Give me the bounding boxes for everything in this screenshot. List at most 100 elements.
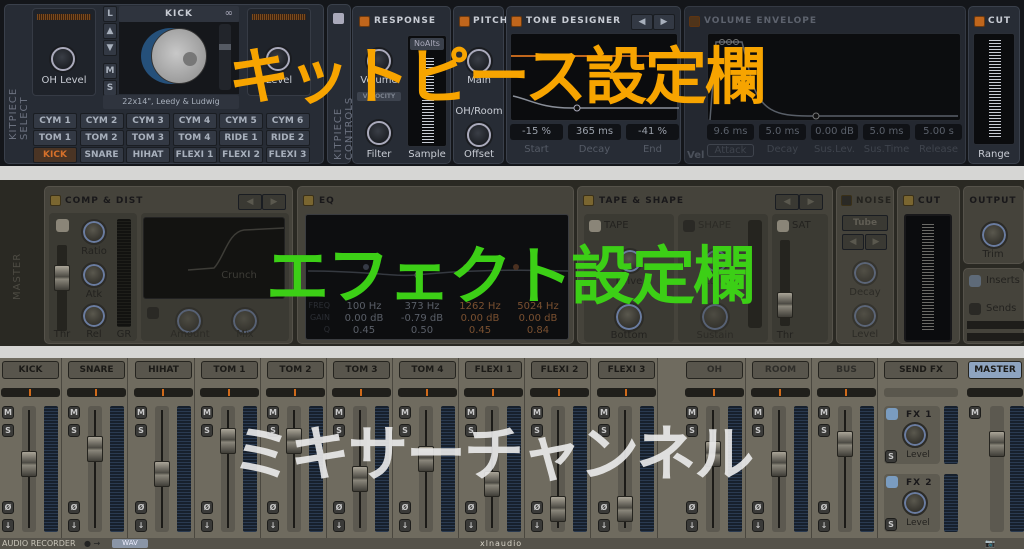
tone-value[interactable]: -41 % bbox=[626, 124, 679, 140]
phase-button[interactable]: Ø bbox=[2, 501, 14, 514]
pan-slider[interactable] bbox=[751, 388, 810, 397]
route-button[interactable]: ↓ bbox=[2, 519, 14, 532]
dist-display[interactable]: Crunch bbox=[143, 217, 285, 299]
phase-button[interactable]: Ø bbox=[465, 501, 477, 514]
pan-slider[interactable] bbox=[67, 388, 126, 397]
route-button[interactable]: ↓ bbox=[333, 519, 345, 532]
route-button[interactable]: ↓ bbox=[752, 519, 764, 532]
pan-slider[interactable] bbox=[597, 388, 656, 397]
route-button[interactable]: ↓ bbox=[686, 519, 698, 532]
noise-type[interactable]: Tube bbox=[842, 215, 888, 231]
kitpiece-button[interactable]: FLEXI 3 bbox=[265, 147, 310, 163]
master-cut-toggle[interactable] bbox=[903, 195, 914, 206]
camera-icon[interactable]: 📷 bbox=[985, 538, 995, 549]
kitpiece-button[interactable]: KICK bbox=[33, 147, 77, 163]
volume-fader[interactable] bbox=[154, 406, 170, 532]
channel-name-button[interactable]: HIHAT bbox=[135, 361, 192, 379]
comp-enable[interactable] bbox=[56, 219, 69, 232]
mute-button[interactable]: M bbox=[752, 406, 764, 419]
threshold-slider[interactable] bbox=[54, 245, 70, 331]
mute-button[interactable]: M bbox=[201, 406, 213, 419]
phase-button[interactable]: Ø bbox=[68, 501, 80, 514]
route-button[interactable]: ↓ bbox=[399, 519, 411, 532]
wav-format-button[interactable]: WAV bbox=[112, 539, 148, 548]
channel-name-button[interactable]: ROOM bbox=[752, 361, 809, 379]
tone-value[interactable]: -15 % bbox=[510, 124, 563, 140]
volume-fader[interactable] bbox=[837, 406, 853, 532]
pan-slider[interactable] bbox=[266, 388, 325, 397]
fx2-solo[interactable]: S bbox=[885, 518, 897, 531]
envelope-value[interactable]: 5.0 ms bbox=[863, 124, 910, 140]
kitpiece-button[interactable]: CYM 4 bbox=[172, 113, 217, 129]
kitpiece-button[interactable]: HIHAT bbox=[126, 147, 170, 163]
kitpiece-button[interactable]: FLEXI 1 bbox=[172, 147, 217, 163]
filter-knob[interactable] bbox=[367, 121, 391, 145]
master-cut-slider[interactable] bbox=[904, 214, 952, 342]
record-icon[interactable]: ● → bbox=[84, 538, 100, 549]
cut-toggle[interactable] bbox=[974, 16, 985, 27]
kitpiece-button[interactable]: TOM 1 bbox=[33, 130, 77, 146]
solo-button[interactable]: S bbox=[68, 424, 80, 437]
phase-button[interactable]: Ø bbox=[531, 501, 543, 514]
solo-button[interactable]: S bbox=[2, 424, 14, 437]
solo-button[interactable]: S bbox=[818, 424, 830, 437]
eq-toggle[interactable] bbox=[303, 195, 314, 206]
inserts-toggle[interactable] bbox=[969, 275, 981, 287]
channel-name-button[interactable]: FLEXI 3 bbox=[598, 361, 655, 379]
phase-button[interactable]: Ø bbox=[818, 501, 830, 514]
release-knob[interactable] bbox=[81, 303, 107, 329]
channel-name-button[interactable]: TOM 3 bbox=[333, 361, 390, 379]
route-button[interactable]: ↓ bbox=[135, 519, 147, 532]
channel-name-button[interactable]: OH bbox=[686, 361, 743, 379]
channel-name-button[interactable]: KICK bbox=[2, 361, 59, 379]
envelope-value[interactable]: 0.00 dB bbox=[811, 124, 858, 140]
kitpiece-button[interactable]: RIDE 2 bbox=[265, 130, 310, 146]
pan-slider[interactable] bbox=[817, 388, 876, 397]
channel-name-button[interactable]: FLEXI 2 bbox=[531, 361, 588, 379]
pan-slider[interactable] bbox=[685, 388, 744, 397]
pan-slider[interactable] bbox=[398, 388, 457, 397]
mute-button[interactable]: M bbox=[103, 63, 117, 79]
phase-button[interactable]: Ø bbox=[686, 501, 698, 514]
master-fader[interactable] bbox=[989, 406, 1005, 532]
channel-name-button[interactable]: TOM 4 bbox=[399, 361, 456, 379]
route-button[interactable]: ↓ bbox=[598, 519, 610, 532]
eq-band-value[interactable]: 0.50 bbox=[394, 325, 450, 337]
fx1-level-knob[interactable] bbox=[902, 422, 928, 448]
channel-name-button[interactable]: FLEXI 1 bbox=[465, 361, 522, 379]
phase-button[interactable]: Ø bbox=[135, 501, 147, 514]
sat-enable[interactable] bbox=[777, 220, 789, 232]
route-button[interactable]: ↓ bbox=[68, 519, 80, 532]
mute-button[interactable]: M bbox=[2, 406, 14, 419]
noise-toggle[interactable] bbox=[841, 195, 852, 206]
kitpiece-button[interactable]: SNARE bbox=[79, 147, 124, 163]
kitpiece-button[interactable]: TOM 3 bbox=[126, 130, 170, 146]
phase-button[interactable]: Ø bbox=[399, 501, 411, 514]
ratio-knob[interactable] bbox=[81, 219, 107, 245]
attack-knob[interactable] bbox=[81, 262, 107, 288]
dist-enable[interactable] bbox=[147, 307, 159, 319]
kitpiece-button[interactable]: FLEXI 2 bbox=[219, 147, 263, 163]
eq-band-value[interactable]: 0.45 bbox=[452, 325, 508, 337]
link-l-button[interactable]: L bbox=[103, 6, 117, 22]
kitpiece-button[interactable]: CYM 3 bbox=[126, 113, 170, 129]
sat-threshold-slider[interactable] bbox=[777, 240, 793, 326]
range-slider[interactable] bbox=[973, 33, 1015, 145]
route-button[interactable]: ↓ bbox=[531, 519, 543, 532]
eq-band-value[interactable]: 0.84 bbox=[510, 325, 566, 337]
channel-name-button[interactable]: SEND FX bbox=[884, 361, 958, 379]
phase-button[interactable]: Ø bbox=[752, 501, 764, 514]
kitpiece-button[interactable]: RIDE 1 bbox=[219, 130, 263, 146]
solo-button[interactable]: S bbox=[135, 424, 147, 437]
pan-slider[interactable] bbox=[134, 388, 193, 397]
comp-prev-button[interactable]: ◀ bbox=[238, 194, 262, 210]
pan-slider[interactable] bbox=[332, 388, 391, 397]
pan-slider[interactable] bbox=[464, 388, 523, 397]
offset-knob[interactable] bbox=[467, 123, 491, 147]
drum-image-area[interactable] bbox=[119, 22, 239, 94]
kitpiece-button[interactable]: CYM 1 bbox=[33, 113, 77, 129]
pan-slider[interactable] bbox=[530, 388, 589, 397]
channel-name-button[interactable]: TOM 2 bbox=[267, 361, 324, 379]
fx2-toggle[interactable] bbox=[886, 476, 898, 488]
controls-toggle[interactable] bbox=[333, 13, 344, 24]
